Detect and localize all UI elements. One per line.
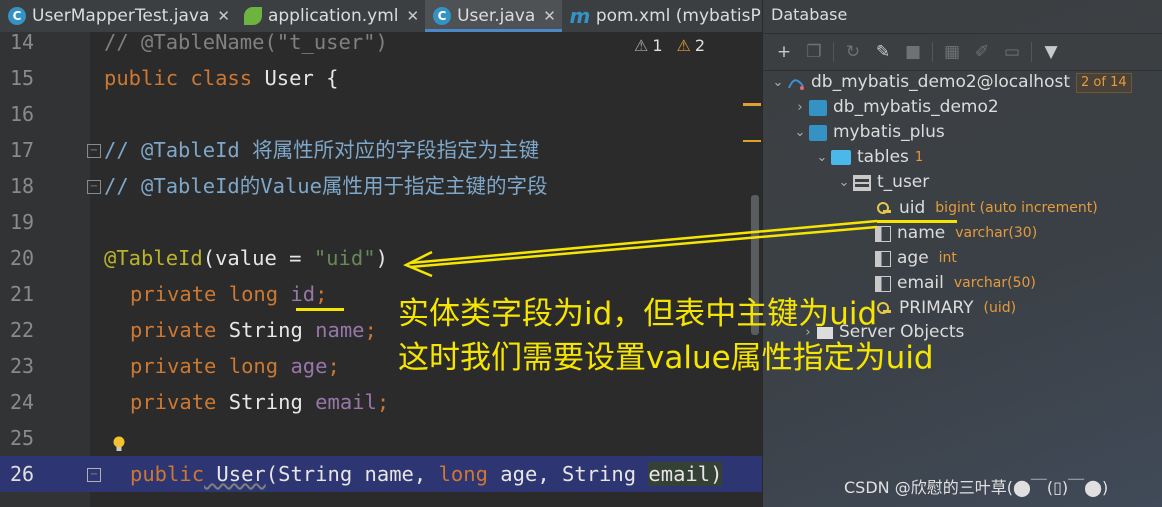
ide-window: C UserMapperTest.java ✕ application.yml … bbox=[0, 0, 1162, 507]
annotation-text: 实体类字段为id，但表中主键为uid 这时我们需要设置value属性指定为uid bbox=[398, 292, 934, 380]
annotation-arrow bbox=[403, 219, 878, 278]
watermark: CSDN @欣慰的三叶草(⬤￣(▯)￣⬤) bbox=[844, 478, 1109, 497]
annotation-line: 这时我们需要设置value属性指定为uid bbox=[398, 340, 934, 376]
annotation-line: 实体类字段为id，但表中主键为uid bbox=[398, 296, 878, 332]
